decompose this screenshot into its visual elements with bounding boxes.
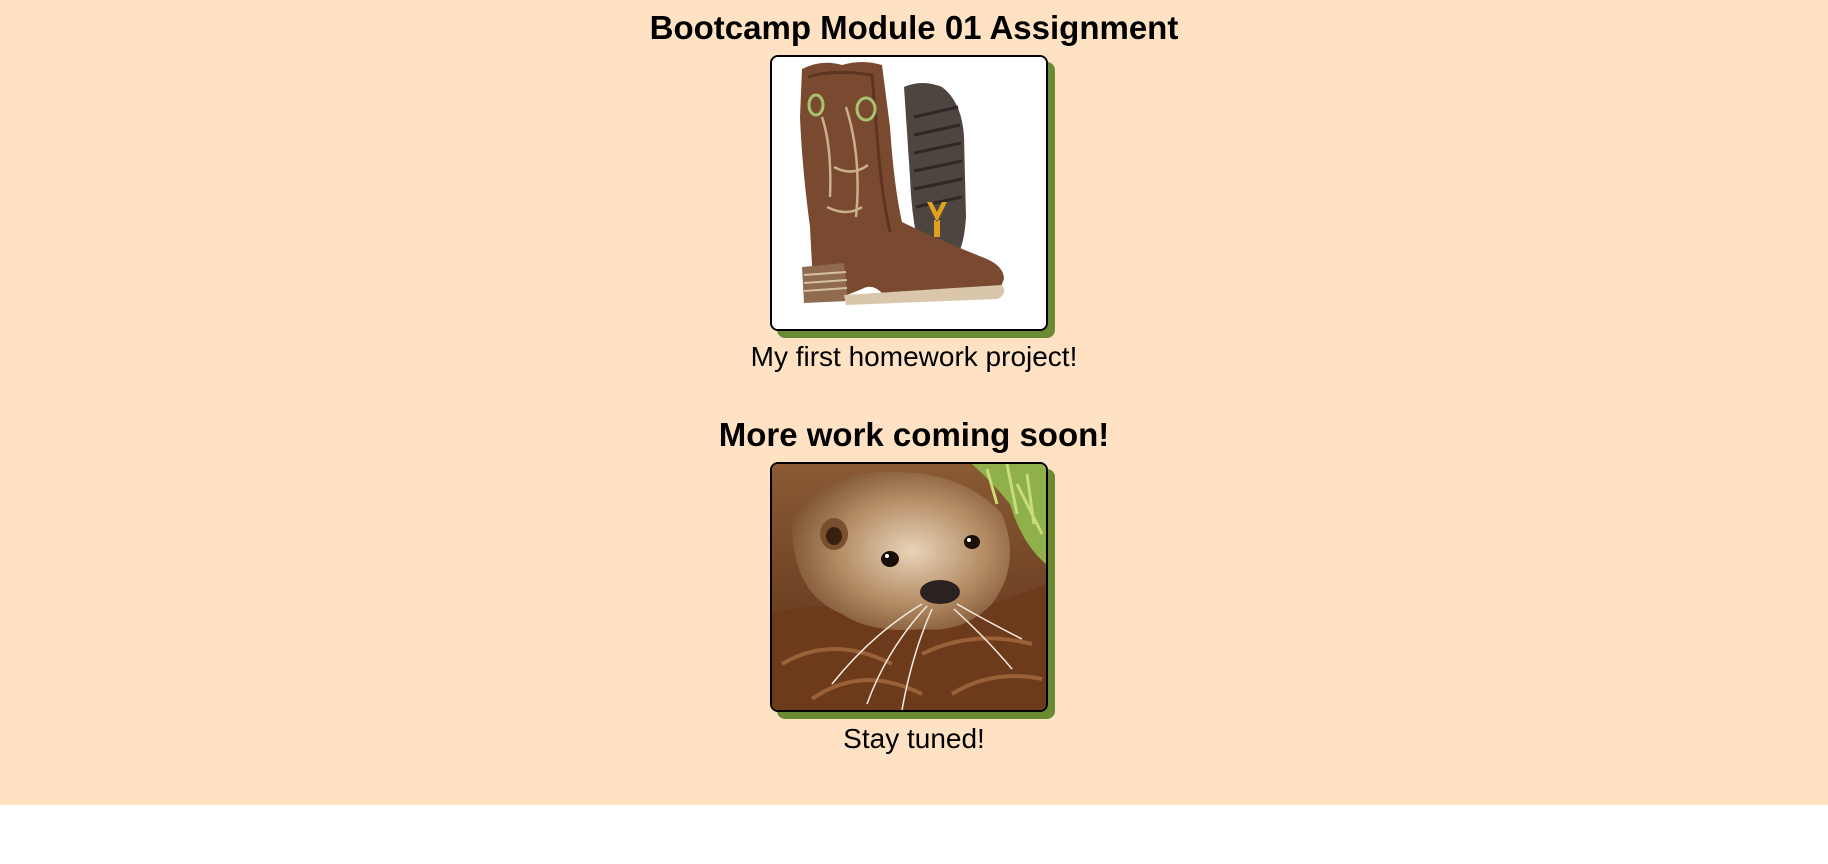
page-title: Bootcamp Module 01 Assignment — [649, 9, 1179, 46]
page-body: Bootcamp Module 01 Assignment My first h… — [0, 0, 1828, 805]
otter-image — [770, 462, 1048, 712]
section-caption: Stay tuned! — [843, 723, 985, 754]
boot-image — [770, 55, 1048, 331]
section-heading: More work coming soon! — [718, 416, 1110, 453]
section-caption: My first homework project! — [750, 341, 1078, 372]
